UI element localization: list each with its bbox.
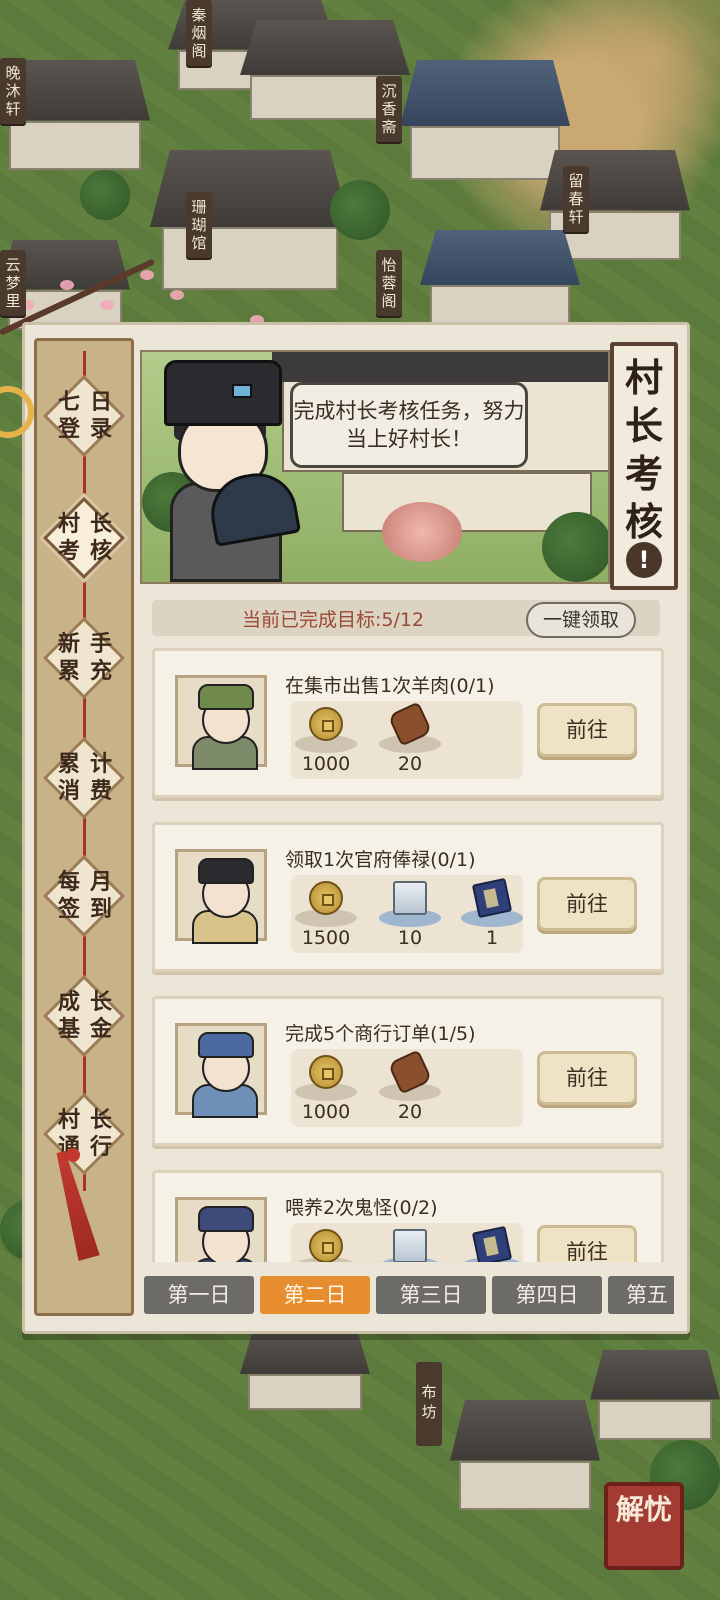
day-tabs: 第一日 第二日 第三日 第四日 第五 — [140, 1276, 674, 1316]
stone-block-icon — [393, 881, 427, 915]
reward-qty: 20 — [397, 753, 423, 775]
reward-item: 1000 — [291, 1049, 361, 1127]
building-sign[interactable]: 云梦里 — [0, 250, 26, 316]
sidebar-item-label: 村长考核 — [57, 512, 122, 564]
sidebar-item-monthly-checkin[interactable]: 每月签到 — [42, 854, 126, 938]
tab-day-3[interactable]: 第三日 — [376, 1276, 486, 1314]
reward-qty: 1 — [485, 927, 499, 949]
go-button[interactable]: 前往 — [537, 1051, 637, 1105]
copper-coin-icon — [309, 1055, 343, 1089]
event-title: 村长考核 — [624, 356, 663, 544]
copper-coin-icon — [309, 707, 343, 741]
sidebar-item-growth-fund[interactable]: 成长基金 — [42, 974, 126, 1058]
sidebar-item-newbie-recharge[interactable]: 新手累充 — [42, 616, 126, 700]
building-sign[interactable]: 沉香斋 — [376, 76, 402, 142]
claim-all-button[interactable]: 一键领取 — [526, 602, 636, 638]
building[interactable] — [420, 230, 580, 330]
speech-bubble: 完成村长考核任务，努力当上好村长！ — [290, 382, 528, 468]
tab-day-2[interactable]: 第二日 — [260, 1276, 370, 1314]
building-sign[interactable]: 布坊 — [416, 1362, 442, 1446]
reward-item — [291, 1223, 361, 1262]
tab-day-5[interactable]: 第五 — [608, 1276, 674, 1314]
sidebar-item-seven-day-login[interactable]: 七日登录 — [42, 374, 126, 458]
reward-item: 1500 — [291, 875, 361, 953]
book-icon — [471, 877, 513, 919]
tab-day-1[interactable]: 第一日 — [144, 1276, 254, 1314]
reward-item: 1000 — [291, 701, 361, 779]
progress-text: 当前已完成目标:5/12 — [242, 609, 425, 631]
reward-list: 1000 20 — [291, 701, 523, 779]
event-sidebar: 七日登录 村长考核 新手累充 累计消费 每月签到 成长基金 村长通行 — [34, 338, 134, 1316]
copper-coin-icon — [309, 1229, 343, 1262]
task-list[interactable]: 在集市出售1次羊肉(0/1) 1000 20 前往 领取1次官府俸禄(0/1) … — [144, 648, 668, 1262]
task-title: 领取1次官府俸禄(0/1) — [285, 849, 476, 871]
reward-item: 10 — [375, 875, 445, 953]
building[interactable] — [450, 1400, 600, 1510]
info-icon[interactable]: ! — [626, 542, 662, 578]
go-button[interactable]: 前往 — [537, 877, 637, 931]
sidebar-item-label: 每月签到 — [57, 870, 122, 922]
reward-qty: 1500 — [301, 927, 351, 949]
reward-item: 20 — [375, 1049, 445, 1127]
jieyou-button[interactable]: 解忧 — [604, 1482, 684, 1570]
building-sign[interactable]: 留春轩 — [563, 166, 589, 232]
task-title: 完成5个商行订单(1/5) — [285, 1023, 476, 1045]
building-sign[interactable]: 晚沐轩 — [0, 58, 26, 124]
building-sign[interactable]: 珊瑚馆 — [186, 192, 212, 258]
building[interactable] — [590, 1350, 720, 1440]
reward-list: 1000 20 — [291, 1049, 523, 1127]
task-row: 在集市出售1次羊肉(0/1) 1000 20 前往 — [152, 648, 664, 798]
npc-portrait — [175, 1023, 267, 1118]
reward-qty: 1000 — [301, 1101, 351, 1123]
task-row: 领取1次官府俸禄(0/1) 1500 10 1 前往 — [152, 822, 664, 972]
building[interactable] — [150, 150, 350, 290]
sidebar-item-cumulative-spend[interactable]: 累计消费 — [42, 736, 126, 820]
sidebar-item-label: 新手累充 — [57, 632, 122, 684]
sidebar-item-label: 成长基金 — [57, 990, 122, 1042]
tab-day-4[interactable]: 第四日 — [492, 1276, 602, 1314]
sidebar-item-label: 七日登录 — [57, 390, 122, 442]
sidebar-item-chief-assessment[interactable]: 村长考核 — [42, 496, 126, 580]
reward-item: 1 — [457, 875, 527, 953]
sidebar-item-label: 累计消费 — [57, 752, 122, 804]
reward-item — [375, 1223, 445, 1262]
reward-list: 1500 10 1 — [291, 875, 523, 953]
building-sign[interactable]: 怡蓉阁 — [376, 250, 402, 316]
go-button[interactable]: 前往 — [537, 1225, 637, 1262]
book-icon — [471, 1225, 513, 1262]
reward-item: 20 — [375, 701, 445, 779]
npc-portrait — [175, 849, 267, 944]
reward-qty: 20 — [397, 1101, 423, 1123]
go-button[interactable]: 前往 — [537, 703, 637, 757]
npc-portrait — [175, 675, 267, 770]
reward-item — [457, 1223, 527, 1262]
copper-coin-icon — [309, 881, 343, 915]
village-chief-character — [156, 356, 302, 582]
reward-qty: 10 — [397, 927, 423, 949]
task-title: 喂养2次鬼怪(0/2) — [285, 1197, 438, 1219]
task-row: 喂养2次鬼怪(0/2) 前往 — [152, 1170, 664, 1262]
building-sign[interactable]: 秦烟阁 — [186, 0, 212, 66]
npc-portrait — [175, 1197, 267, 1262]
tassel-knot — [66, 1148, 80, 1162]
stone-block-icon — [393, 1229, 427, 1262]
task-row: 完成5个商行订单(1/5) 1000 20 前往 — [152, 996, 664, 1146]
event-title-scroll: 村长考核 ! — [610, 342, 678, 590]
reward-list — [291, 1223, 523, 1262]
reward-qty: 1000 — [301, 753, 351, 775]
building[interactable] — [240, 1330, 370, 1410]
task-title: 在集市出售1次羊肉(0/1) — [285, 675, 495, 697]
